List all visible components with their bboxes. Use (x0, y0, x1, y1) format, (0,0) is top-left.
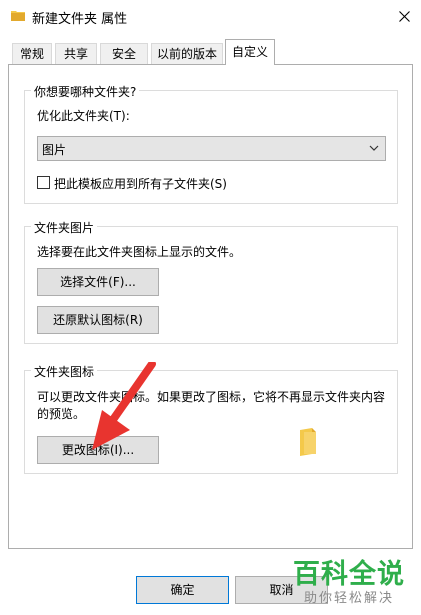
tab-customize[interactable]: 自定义 (225, 39, 275, 65)
watermark-title: 百科全说 (293, 559, 405, 590)
watermark-subtitle: 助你轻松解决 (304, 591, 395, 606)
close-icon (398, 10, 410, 22)
optimize-label: 优化此文件夹(T): (37, 109, 130, 123)
folder-icon-group-label: 文件夹图标 (31, 363, 98, 380)
close-button[interactable] (390, 4, 418, 28)
apply-subfolders-checkbox[interactable] (37, 176, 50, 189)
folder-picture-description: 选择要在此文件夹图标上显示的文件。 (37, 245, 242, 259)
red-arrow-icon (92, 362, 156, 450)
window-title: 新建文件夹 属性 (32, 12, 128, 27)
tab-sharing[interactable]: 共享 (55, 43, 97, 64)
optimize-select-value: 图片 (42, 143, 67, 157)
folder-icon-description-line2: 的预览。 (37, 407, 86, 421)
folder-icon (300, 428, 316, 456)
restore-default-button[interactable]: 还原默认图标(R) (37, 306, 159, 334)
optimize-select[interactable]: 图片 (37, 136, 386, 161)
folder-icon (11, 11, 25, 21)
ok-button[interactable]: 确定 (136, 576, 229, 604)
folder-type-group-label: 你想要哪种文件夹? (31, 83, 140, 100)
tab-general[interactable]: 常规 (12, 43, 52, 64)
folder-picture-group-label: 文件夹图片 (31, 219, 98, 236)
choose-file-button[interactable]: 选择文件(F)... (37, 268, 159, 296)
tab-previous-versions[interactable]: 以前的版本 (151, 43, 223, 64)
tab-security[interactable]: 安全 (100, 43, 148, 64)
apply-subfolders-label[interactable]: 把此模板应用到所有子文件夹(S) (54, 175, 227, 192)
chevron-down-icon (369, 145, 379, 151)
title-bar: 新建文件夹 属性 (0, 0, 421, 32)
